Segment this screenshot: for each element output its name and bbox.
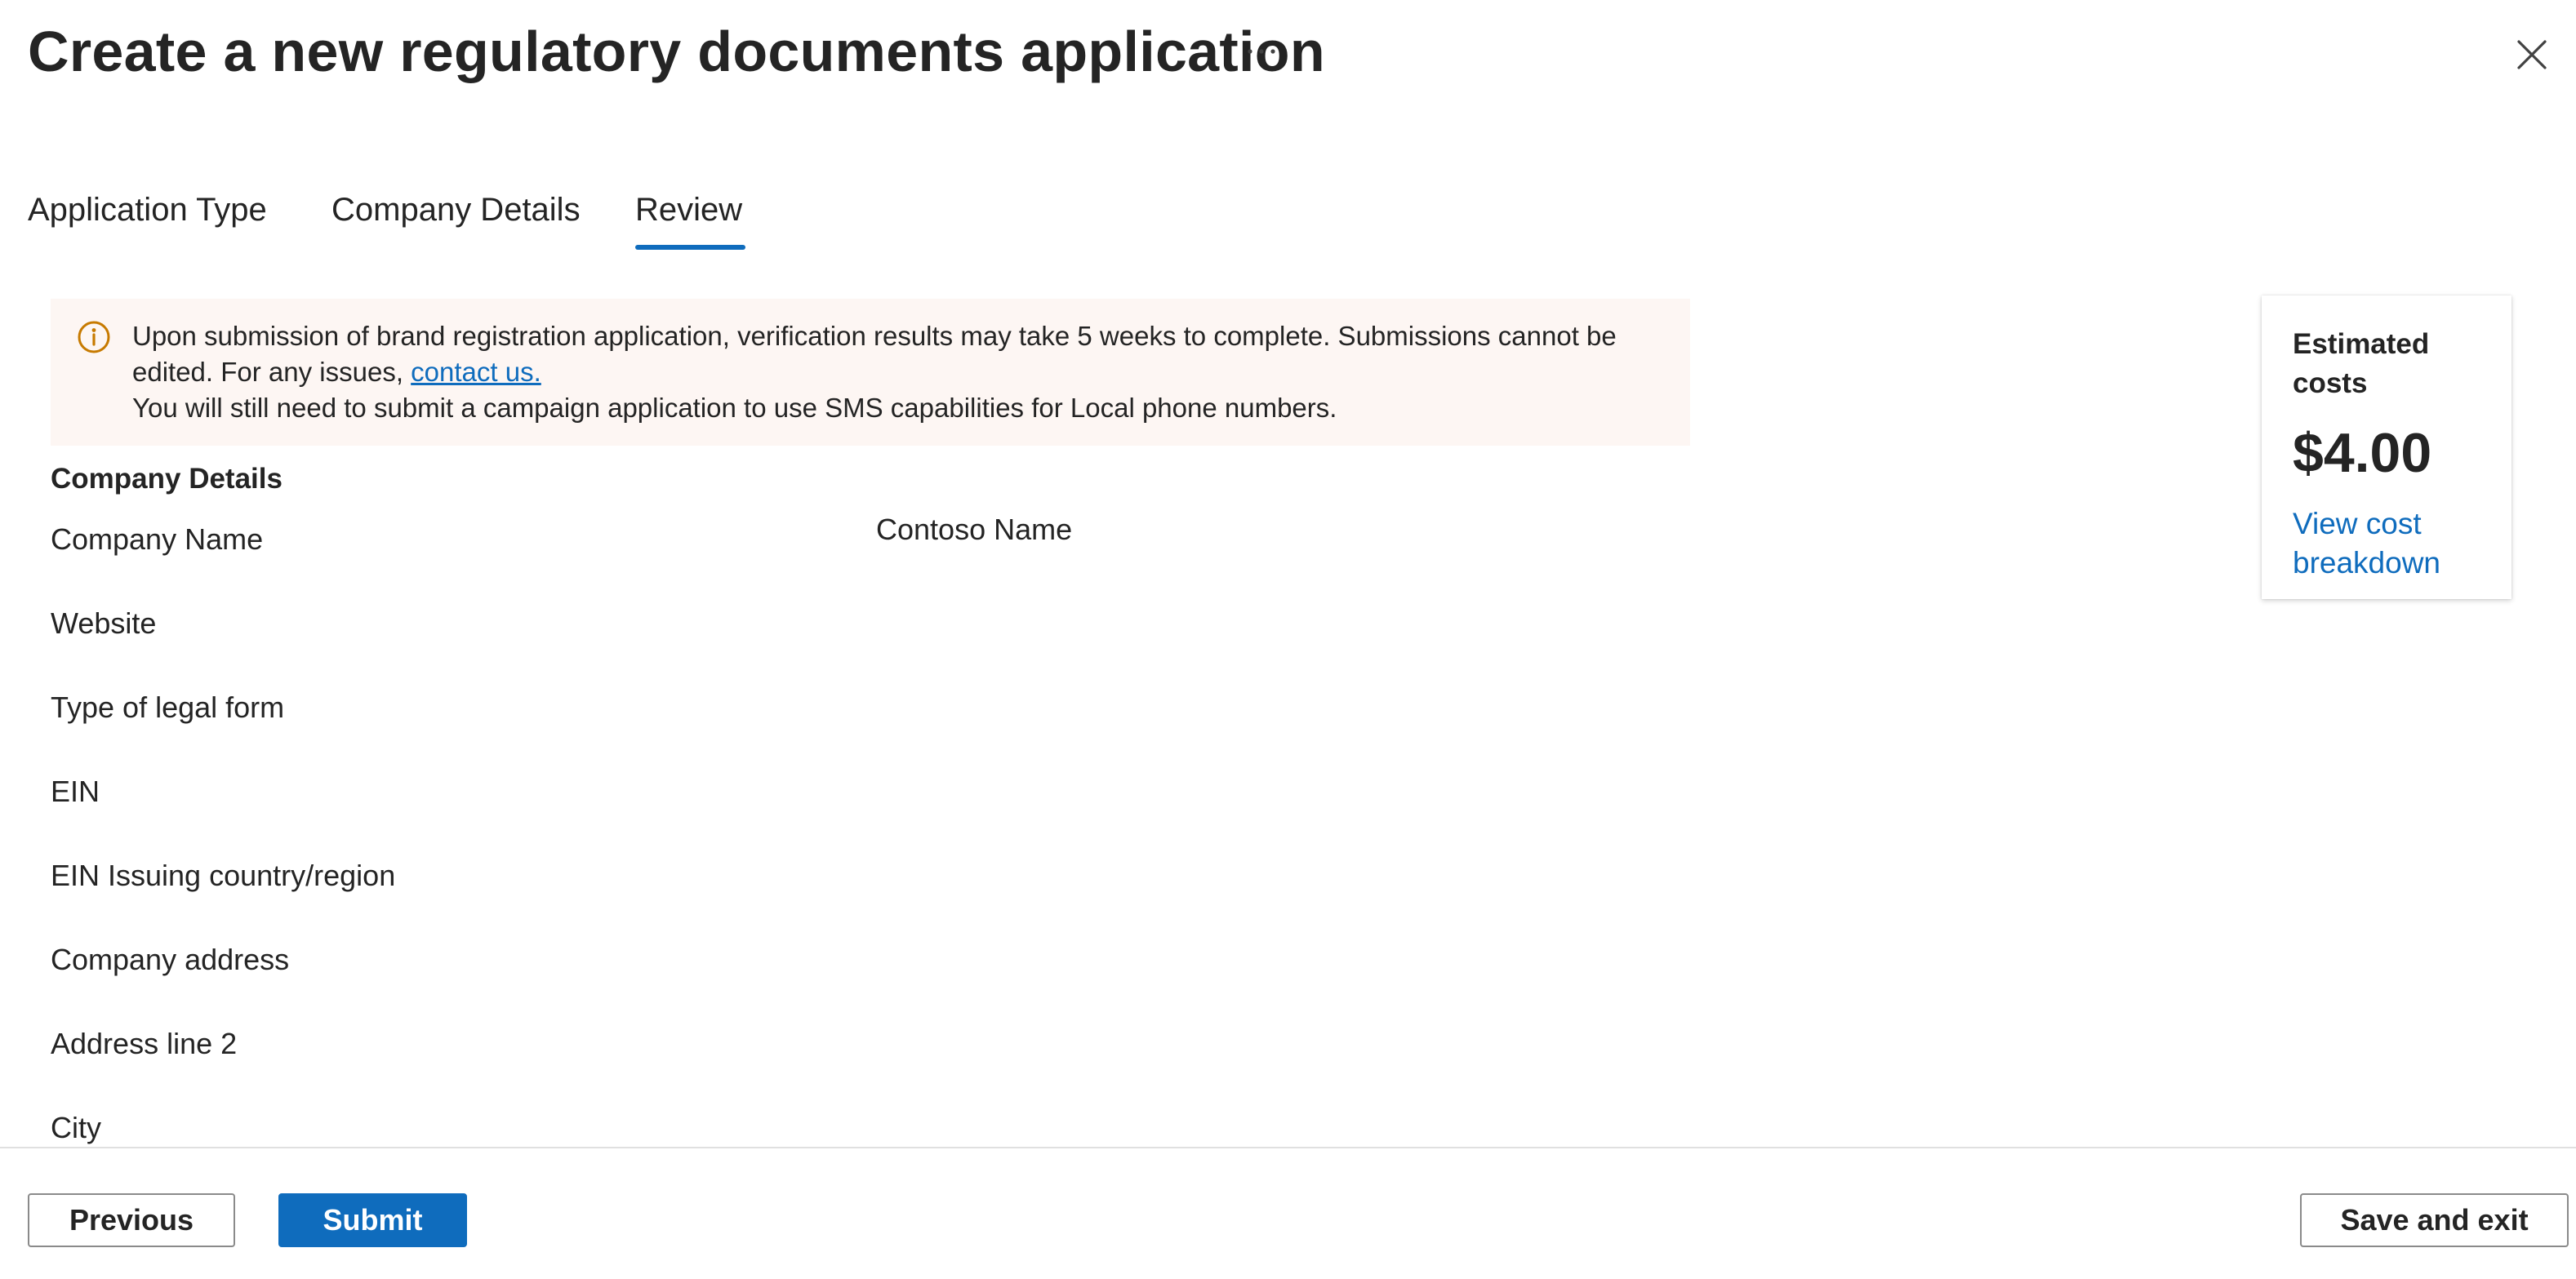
banner-text-line2: You will still need to submit a campaign… [132, 393, 1337, 423]
address-line-2-label: Address line 2 [51, 1027, 238, 1060]
footer-divider [0, 1147, 2576, 1148]
save-and-exit-button[interactable]: Save and exit [2300, 1193, 2569, 1247]
company-address-label: Company address [51, 943, 290, 976]
info-icon [77, 320, 111, 358]
estimated-costs-card: Estimated costs $4.00 View cost breakdow… [2262, 295, 2511, 599]
more-horizontal-icon [1248, 49, 1275, 54]
tab-application-type[interactable]: Application Type [28, 181, 267, 238]
estimated-costs-title: Estimated costs [2293, 328, 2430, 399]
ein-country-label: EIN Issuing country/region [51, 859, 396, 892]
view-cost-breakdown-link[interactable]: View cost breakdown [2293, 504, 2489, 583]
contact-us-link[interactable]: contact us. [411, 357, 541, 387]
estimated-cost-amount: $4.00 [2293, 422, 2432, 484]
company-name-label: Company Name [51, 522, 264, 556]
info-banner: Upon submission of brand registration ap… [51, 299, 1690, 446]
close-icon [2517, 40, 2547, 69]
company-name-value: Contoso Name [876, 513, 1073, 546]
city-label: City [51, 1111, 101, 1144]
more-options-button[interactable] [1241, 31, 1282, 72]
previous-button[interactable]: Previous [28, 1193, 235, 1247]
submit-button[interactable]: Submit [278, 1193, 467, 1247]
company-details-heading: Company Details [51, 463, 283, 495]
banner-message: Upon submission of brand registration ap… [132, 318, 1667, 426]
ein-label: EIN [51, 775, 100, 808]
tab-review[interactable]: Review [635, 181, 746, 250]
banner-text-line1: Upon submission of brand registration ap… [132, 321, 1617, 387]
legal-form-label: Type of legal form [51, 691, 285, 724]
close-button[interactable] [2507, 29, 2557, 80]
tab-company-details[interactable]: Company Details [331, 181, 581, 238]
create-application-dialog: Create a new regulatory documents applic… [0, 0, 2576, 1279]
page-title: Create a new regulatory documents applic… [28, 20, 1325, 83]
website-label: Website [51, 606, 157, 640]
